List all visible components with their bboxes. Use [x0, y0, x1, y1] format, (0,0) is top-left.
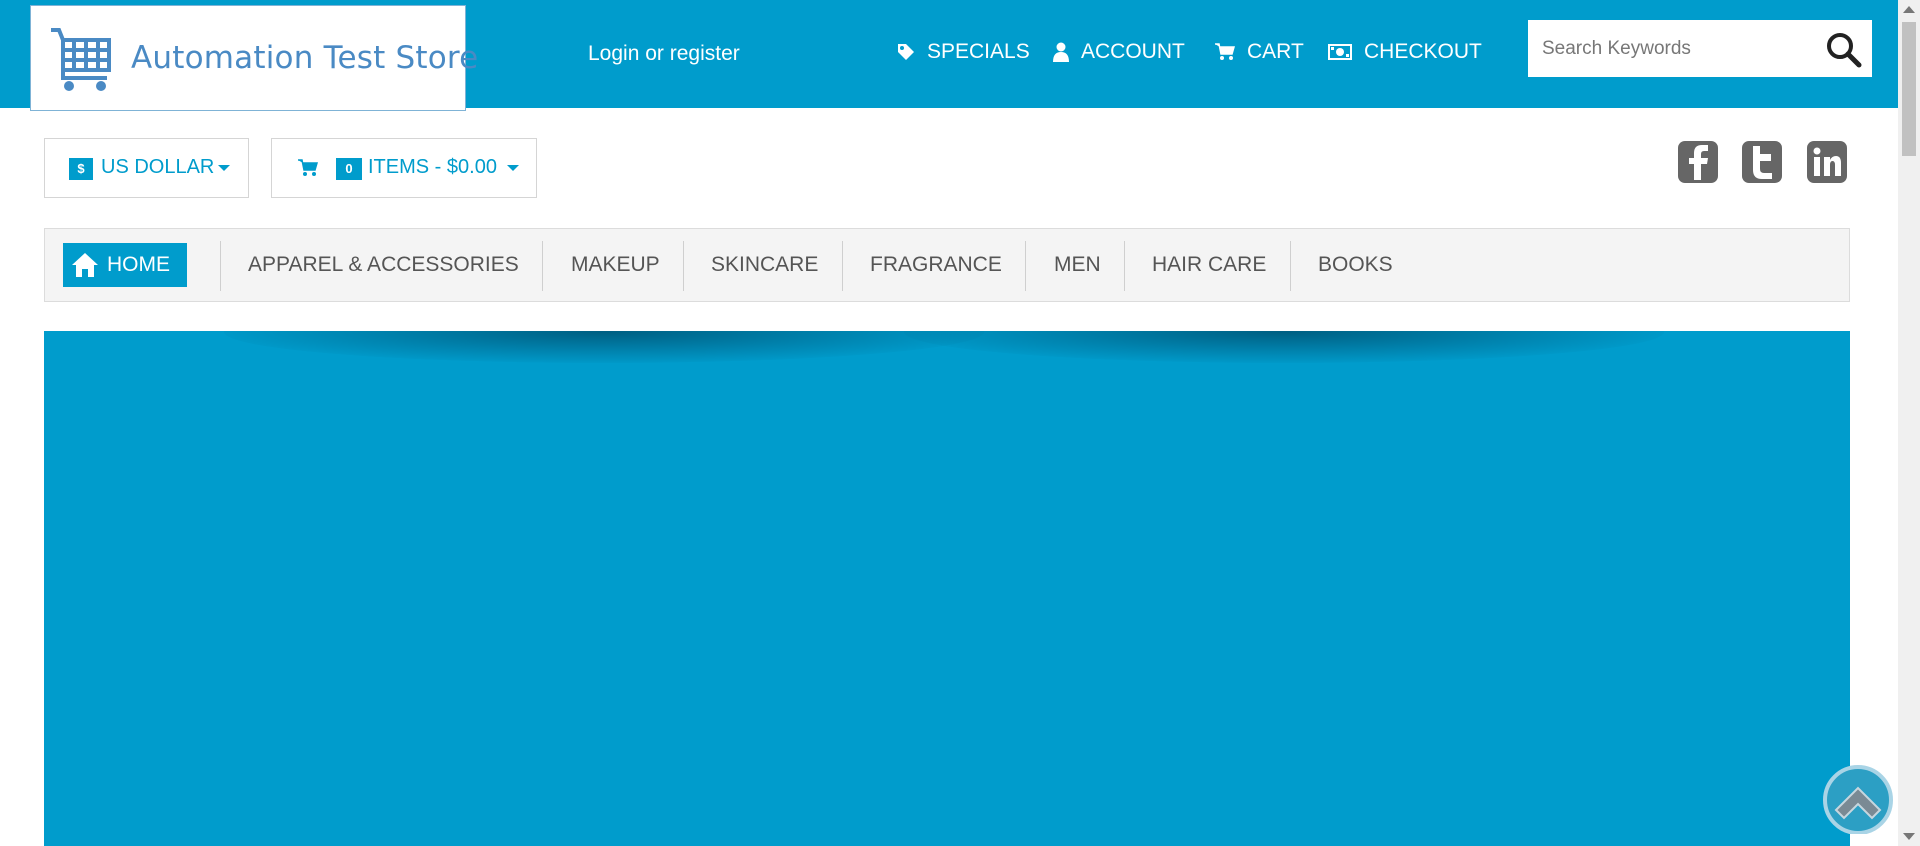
nav-account-label: ACCOUNT	[1081, 40, 1185, 63]
nav-specials[interactable]: SPECIALS	[897, 40, 1030, 64]
money-icon	[1328, 44, 1352, 60]
nav-account[interactable]: ACCOUNT	[1053, 40, 1185, 64]
scroll-to-top-button[interactable]	[1808, 764, 1908, 834]
nav-divider	[542, 241, 543, 291]
search-icon[interactable]	[1826, 32, 1862, 68]
currency-label: US DOLLAR	[101, 156, 231, 179]
nav-divider	[1025, 241, 1026, 291]
category-home[interactable]: HOME	[63, 243, 187, 287]
nav-checkout[interactable]: CHECKOUT	[1328, 40, 1482, 64]
nav-divider	[683, 241, 684, 291]
linkedin-icon[interactable]	[1806, 140, 1848, 184]
search-input[interactable]	[1528, 20, 1818, 77]
cart-summary-text: ITEMS - $0.00	[368, 156, 497, 178]
store-logo[interactable]: Automation Test Store	[30, 5, 478, 111]
mini-cart-dropdown[interactable]: 0 ITEMS - $0.00	[271, 138, 537, 198]
category-makeup[interactable]: MAKEUP	[571, 229, 660, 301]
scroll-thumb[interactable]	[1902, 22, 1916, 156]
cart-summary-label: ITEMS - $0.00	[368, 156, 519, 179]
logo-text: Automation Test Store	[131, 40, 479, 76]
twitter-icon[interactable]	[1741, 140, 1783, 184]
search-box	[1528, 20, 1872, 77]
nav-divider	[842, 241, 843, 291]
facebook-icon[interactable]	[1677, 140, 1719, 184]
nav-divider	[1124, 241, 1125, 291]
chevron-down-icon	[506, 164, 519, 171]
chevron-down-icon	[218, 164, 231, 171]
scroll-down-arrow[interactable]	[1903, 833, 1915, 840]
cart-icon	[298, 159, 318, 176]
banner-shadow	[224, 331, 984, 363]
currency-label-text: US DOLLAR	[101, 156, 215, 178]
category-hair-care[interactable]: HAIR CARE	[1152, 229, 1266, 301]
nav-divider	[220, 241, 221, 291]
currency-symbol-badge: $	[69, 158, 93, 180]
nav-cart[interactable]: CART	[1215, 40, 1304, 64]
cart-icon	[1215, 43, 1235, 60]
category-fragrance[interactable]: FRAGRANCE	[870, 229, 1002, 301]
banner-shadow	[904, 331, 1664, 363]
category-books[interactable]: BOOKS	[1318, 229, 1393, 301]
tag-icon	[898, 44, 914, 60]
nav-specials-label: SPECIALS	[927, 40, 1030, 63]
category-nav: HOME APPAREL & ACCESSORIES MAKEUP SKINCA…	[44, 228, 1850, 302]
user-icon	[1053, 42, 1069, 62]
nav-divider	[1290, 241, 1291, 291]
login-register-link[interactable]: Login or register	[588, 42, 740, 66]
nav-cart-label: CART	[1247, 40, 1304, 63]
vertical-scrollbar[interactable]	[1898, 0, 1920, 846]
category-skincare[interactable]: SKINCARE	[711, 229, 818, 301]
category-apparel[interactable]: APPAREL & ACCESSORIES	[248, 229, 519, 301]
currency-dropdown[interactable]: $ US DOLLAR	[44, 138, 249, 198]
home-icon	[72, 253, 98, 277]
header-bar: Automation Test Store Login or register …	[0, 0, 1898, 111]
nav-checkout-label: CHECKOUT	[1364, 40, 1482, 63]
scroll-up-arrow[interactable]	[1903, 6, 1915, 13]
category-men[interactable]: MEN	[1054, 229, 1101, 301]
category-home-label: HOME	[107, 253, 170, 276]
hero-banner	[44, 331, 1850, 846]
cart-logo-icon	[51, 28, 111, 91]
cart-count-badge: 0	[336, 158, 362, 180]
